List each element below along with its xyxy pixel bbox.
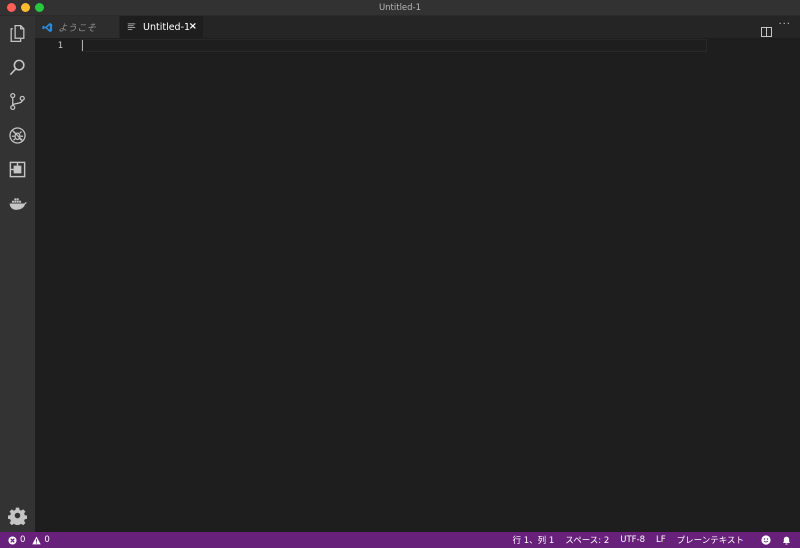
activity-manage[interactable] bbox=[0, 498, 35, 532]
search-icon bbox=[9, 59, 25, 75]
file-lines-icon bbox=[127, 22, 138, 33]
status-bar: 0 0 行 1、列 1 スペース: 2 UTF-8 LF プレーンテキスト bbox=[0, 532, 800, 548]
warning-count: 0 bbox=[44, 535, 50, 545]
window-titlebar: Untitled-1 bbox=[0, 0, 800, 16]
editor-tab-bar: ようこそ Untitled-1 × ··· bbox=[35, 16, 800, 38]
split-editor-icon bbox=[761, 27, 772, 37]
activity-debug[interactable] bbox=[0, 118, 35, 152]
cursor-position[interactable]: 行 1、列 1 bbox=[513, 534, 555, 546]
activity-source-control[interactable] bbox=[0, 84, 35, 118]
error-count: 0 bbox=[20, 535, 26, 545]
split-editor-button[interactable] bbox=[761, 22, 772, 37]
vertical-scrollbar[interactable] bbox=[786, 38, 800, 532]
current-line-highlight bbox=[81, 39, 707, 52]
activity-docker[interactable] bbox=[0, 186, 35, 220]
warning-icon bbox=[32, 535, 42, 545]
tab-label: ようこそ bbox=[58, 23, 97, 34]
window-close-button[interactable] bbox=[7, 3, 16, 12]
tab-label: Untitled-1 bbox=[143, 21, 191, 33]
debug-icon bbox=[9, 126, 26, 144]
activity-search[interactable] bbox=[0, 50, 35, 84]
indentation[interactable]: スペース: 2 bbox=[565, 534, 609, 546]
error-icon bbox=[8, 535, 17, 545]
tab-untitled-1[interactable]: Untitled-1 × bbox=[120, 16, 203, 38]
feedback-icon[interactable] bbox=[761, 535, 771, 545]
more-actions-icon[interactable]: ··· bbox=[778, 19, 791, 30]
close-icon[interactable]: × bbox=[189, 21, 197, 32]
text-cursor bbox=[82, 40, 83, 51]
gear-icon bbox=[8, 507, 27, 525]
extensions-icon bbox=[9, 161, 26, 177]
problems-indicator[interactable]: 0 0 bbox=[8, 532, 50, 548]
bell-icon[interactable] bbox=[782, 536, 791, 545]
window-controls bbox=[7, 3, 44, 12]
window-zoom-button[interactable] bbox=[35, 3, 44, 12]
status-bar-right: 行 1、列 1 スペース: 2 UTF-8 LF プレーンテキスト bbox=[502, 532, 791, 548]
window-minimize-button[interactable] bbox=[21, 3, 30, 12]
end-of-line[interactable]: LF bbox=[656, 535, 666, 545]
source-control-icon bbox=[10, 92, 25, 110]
encoding[interactable]: UTF-8 bbox=[620, 535, 645, 545]
language-mode[interactable]: プレーンテキスト bbox=[677, 534, 744, 546]
vscode-logo-icon bbox=[42, 22, 53, 33]
files-icon bbox=[10, 24, 25, 42]
activity-bar bbox=[0, 16, 35, 532]
activity-extensions[interactable] bbox=[0, 152, 35, 186]
tab-welcome[interactable]: ようこそ bbox=[35, 16, 119, 38]
line-number: 1 bbox=[57, 41, 63, 51]
editor-area[interactable]: 1 bbox=[35, 38, 800, 532]
docker-icon bbox=[9, 197, 27, 210]
window-title: Untitled-1 bbox=[378, 2, 422, 13]
activity-explorer[interactable] bbox=[0, 16, 35, 50]
